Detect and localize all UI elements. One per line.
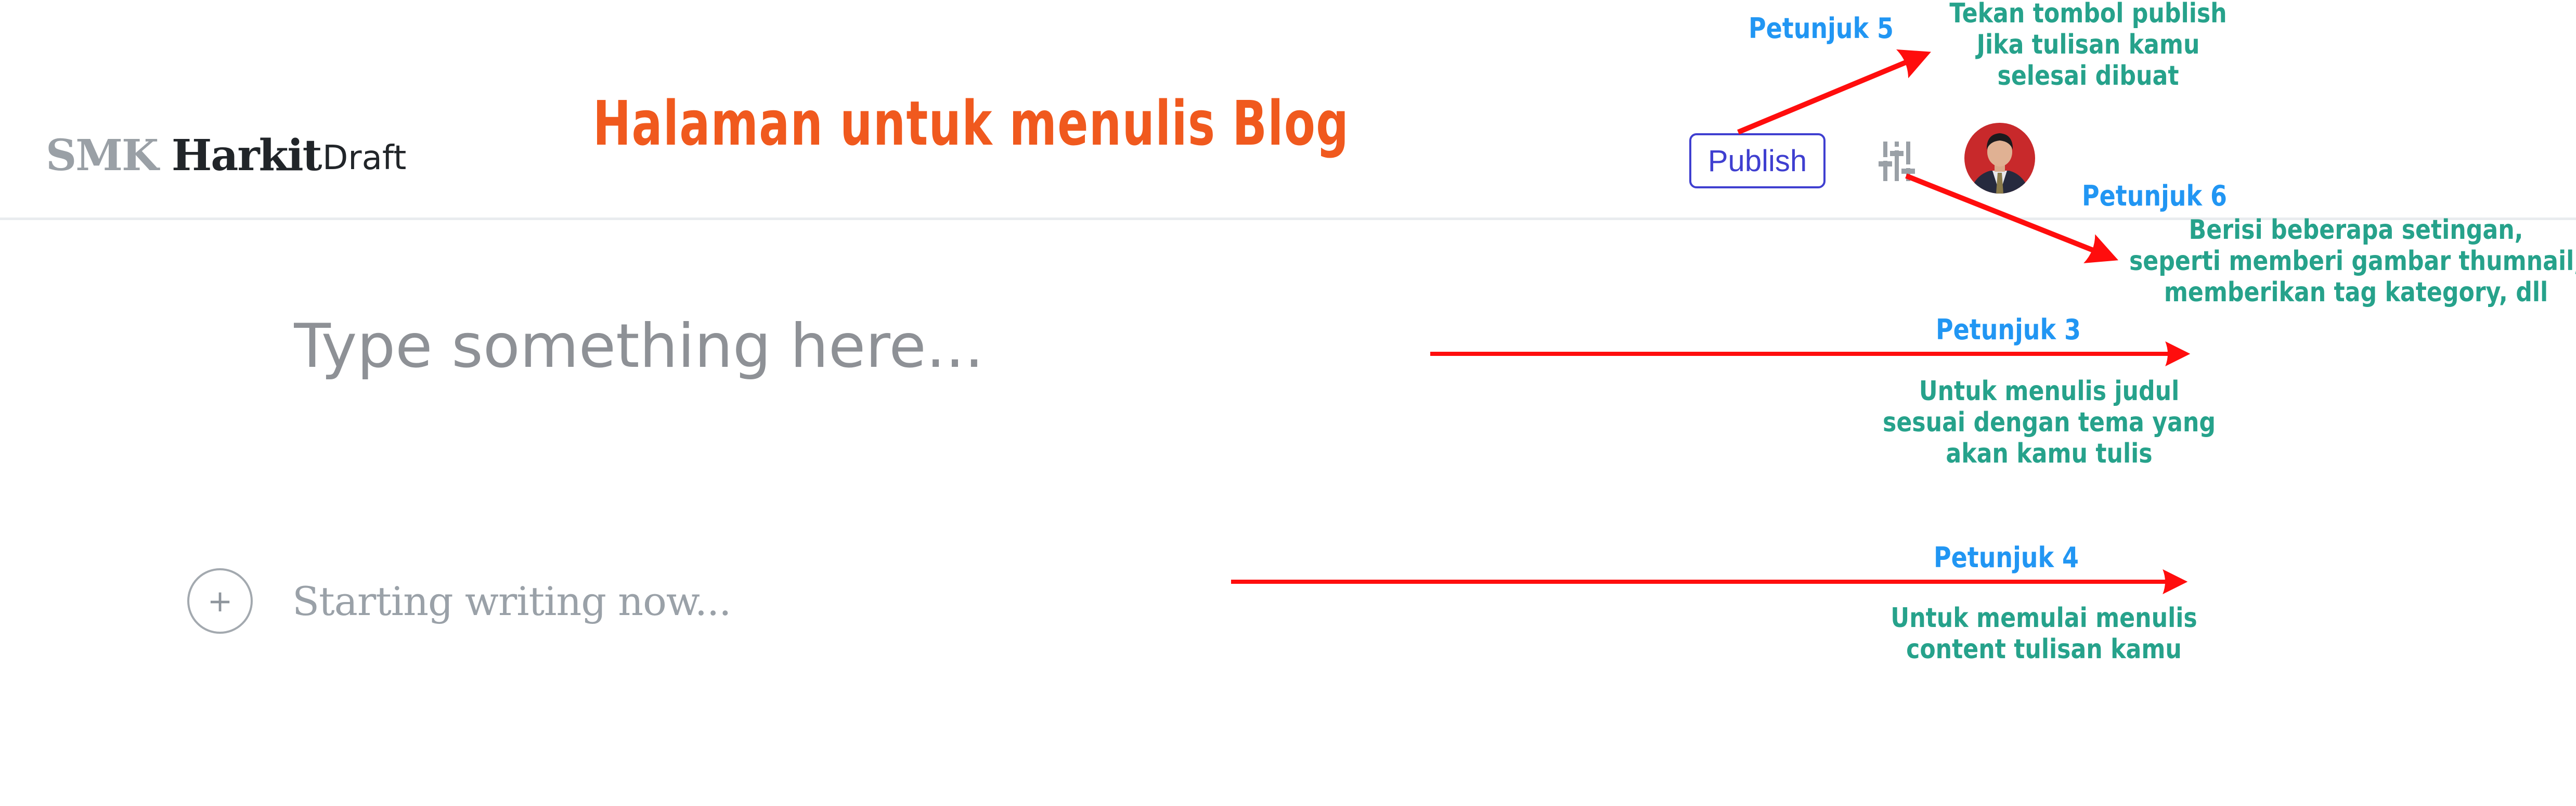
- page-heading: Halaman untuk menulis Blog: [593, 87, 1350, 159]
- hint-6-line: Berisi beberapa setingan,: [2189, 214, 2523, 246]
- hint-6-line: memberikan tag kategory, dll: [2164, 277, 2548, 308]
- logo-part-smk: SMK: [46, 131, 159, 181]
- hint-3-description: Untuk menulis judul sesuai dengan tema y…: [1881, 376, 2217, 469]
- sliders-icon[interactable]: [1879, 142, 1915, 181]
- hint-4-description: Untuk memulai menulis content tulisan ka…: [1881, 603, 2208, 665]
- hint-4-line: Untuk memulai menulis: [1891, 603, 2197, 634]
- hint-5-line: Tekan tombol publish: [1949, 0, 2227, 29]
- hint-3-label: Petunjuk 3: [1936, 313, 2081, 346]
- hint-6-label: Petunjuk 6: [2082, 180, 2227, 212]
- hint-5-line: Jika tulisan kamu: [1976, 29, 2200, 60]
- hint-4-label: Petunjuk 4: [1934, 541, 2079, 574]
- post-title-input[interactable]: [294, 307, 1386, 385]
- post-body-input[interactable]: [292, 572, 1124, 630]
- hint-4-line: content tulisan kamu: [1906, 634, 2182, 665]
- logo-part-harkit: Harkit: [171, 131, 322, 181]
- hint-5-description: Tekan tombol publish Jika tulisan kamu s…: [1947, 0, 2230, 92]
- add-block-button[interactable]: +: [187, 568, 253, 634]
- hint-3-line: sesuai dengan tema yang: [1883, 407, 2216, 438]
- hint-5-label: Petunjuk 5: [1749, 12, 1894, 45]
- publish-button[interactable]: Publish: [1689, 133, 1826, 188]
- hint-3-line: Untuk menulis judul: [1919, 376, 2180, 407]
- draft-status-label: Draft: [322, 139, 407, 177]
- hint-3-line: akan kamu tulis: [1946, 438, 2153, 469]
- user-avatar[interactable]: [1964, 123, 2035, 194]
- hint-6-line: seperti memberi gambar thumnail,: [2129, 246, 2576, 277]
- hint-5-line: selesai dibuat: [1997, 60, 2179, 92]
- hint-6-description: Berisi beberapa setingan, seperti member…: [2122, 214, 2576, 308]
- plus-icon: +: [207, 583, 233, 619]
- brand-logo[interactable]: SMK Harkit: [46, 134, 322, 177]
